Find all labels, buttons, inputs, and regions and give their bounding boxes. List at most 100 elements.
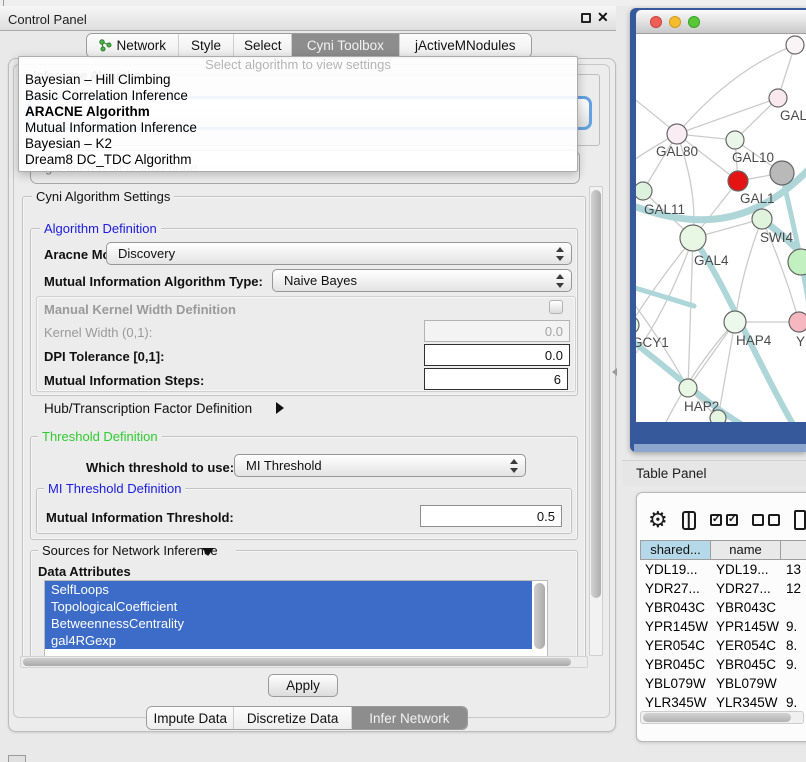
- data-attribute-item[interactable]: SelfLoops: [45, 581, 532, 598]
- apply-button[interactable]: Apply: [268, 674, 338, 697]
- manual-kernel-width-checkbox[interactable]: [549, 300, 563, 314]
- show-selected-columns-button[interactable]: [710, 514, 738, 526]
- tab-discretize-data[interactable]: Discretize Data: [234, 707, 351, 729]
- tab-jactivemnodules-label: jActiveMNodules: [415, 38, 516, 53]
- network-node-label: GAL4: [694, 253, 729, 268]
- dpi-tolerance-field[interactable]: 0.0: [424, 344, 570, 366]
- mi-steps-field[interactable]: 6: [424, 368, 568, 390]
- mi-threshold-field[interactable]: 0.5: [420, 505, 562, 527]
- hide-columns-button[interactable]: [752, 514, 780, 526]
- table-cell: YBL079W: [711, 674, 781, 693]
- algorithm-popup-placeholder: Select algorithm to view settings: [19, 57, 577, 72]
- tab-impute-data[interactable]: Impute Data: [147, 707, 234, 729]
- network-node-gal10[interactable]: [726, 131, 744, 149]
- table-row[interactable]: YDL19...YDL19...13: [640, 560, 806, 579]
- collapse-arrow-icon[interactable]: [202, 548, 214, 556]
- attributes-scrollbar[interactable]: [534, 583, 545, 649]
- network-edge[interactable]: [688, 238, 693, 388]
- network-node-label: Y: [796, 334, 805, 349]
- cyni-algorithm-settings-title: Cyni Algorithm Settings: [32, 189, 174, 204]
- algorithm-option[interactable]: ARACNE Algorithm: [19, 104, 577, 120]
- table-cell: 9.: [781, 655, 806, 674]
- table-row[interactable]: YDR27...YDR27...12: [640, 579, 806, 598]
- table-column-header[interactable]: shared...: [640, 540, 711, 560]
- tab-discretize-data-label: Discretize Data: [247, 711, 339, 726]
- tab-select[interactable]: Select: [234, 34, 292, 57]
- table-column-header[interactable]: name: [711, 540, 781, 560]
- data-attribute-item[interactable]: TopologicalCoefficient: [45, 598, 532, 615]
- network-window-titlebar[interactable]: [636, 10, 806, 34]
- table-row[interactable]: YBL079WYBL079W: [640, 674, 806, 693]
- tab-network[interactable]: Network: [87, 34, 179, 57]
- table-row[interactable]: YPR145WYPR145W9.: [640, 617, 806, 636]
- network-node[interactable]: [710, 410, 726, 422]
- network-node-label: SWI4: [760, 230, 793, 245]
- network-node-label: GCY1: [636, 335, 669, 350]
- minimize-traffic-light-icon[interactable]: [669, 16, 681, 28]
- network-edge[interactable]: [735, 219, 762, 322]
- network-node-gal[interactable]: [769, 89, 787, 107]
- network-node[interactable]: [770, 161, 794, 185]
- close-icon[interactable]: ✕: [597, 9, 609, 26]
- algorithm-option[interactable]: Bayesian – Hill Climbing: [19, 72, 577, 88]
- network-canvas[interactable]: GALGAL80GAL10GAL1GAL11SWI4GAL4GCY1HAP4YH…: [636, 34, 806, 422]
- network-node-gal11[interactable]: [636, 182, 652, 200]
- zoom-traffic-light-icon[interactable]: [688, 16, 700, 28]
- network-node[interactable]: [786, 36, 804, 54]
- tab-cyni-toolbox[interactable]: Cyni Toolbox: [292, 34, 400, 57]
- bottom-tabbar: Impute Data Discretize Data Infer Networ…: [146, 706, 468, 730]
- table-cell: 9.: [781, 693, 806, 710]
- data-attribute-item[interactable]: BetweennessCentrality: [45, 615, 532, 632]
- tab-jactivemnodules[interactable]: jActiveMNodules: [400, 34, 531, 57]
- table-column-header[interactable]: [781, 540, 806, 560]
- aracne-mode-combobox[interactable]: Discovery: [106, 242, 572, 265]
- algorithm-option[interactable]: Mutual Information Inference: [19, 120, 577, 136]
- data-attribute-item[interactable]: gal4RGexp: [45, 632, 532, 649]
- float-window-icon[interactable]: [581, 13, 591, 23]
- gear-icon[interactable]: ⚙: [648, 510, 668, 530]
- network-edge[interactable]: [677, 98, 778, 134]
- network-node-hap2[interactable]: [679, 379, 697, 397]
- network-node-swi4[interactable]: [752, 209, 772, 229]
- algorithm-option[interactable]: Bayesian – K2: [19, 136, 577, 152]
- network-view[interactable]: GALGAL80GAL10GAL1GAL11SWI4GAL4GCY1HAP4YH…: [636, 34, 806, 422]
- network-node-hap4[interactable]: [724, 311, 746, 333]
- scrollbar-thumb[interactable]: [643, 713, 791, 722]
- settings-vertical-scrollbar[interactable]: [589, 186, 603, 656]
- scrollbar-thumb[interactable]: [591, 190, 601, 598]
- network-node[interactable]: [788, 249, 806, 275]
- close-traffic-light-icon[interactable]: [650, 16, 662, 28]
- which-threshold-combobox[interactable]: MI Threshold: [234, 454, 526, 477]
- tab-infer-network[interactable]: Infer Network: [352, 707, 467, 729]
- algorithm-popup-list: Bayesian – Hill ClimbingBasic Correlatio…: [19, 72, 577, 168]
- network-edge[interactable]: [718, 322, 735, 418]
- table-row[interactable]: YBR043CYBR043C: [640, 598, 806, 617]
- mi-algorithm-type-combobox[interactable]: Naive Bayes: [272, 269, 572, 292]
- settings-horizontal-scrollbar[interactable]: [20, 656, 588, 668]
- network-node-gal4[interactable]: [680, 225, 706, 251]
- dpi-tolerance-label: DPI Tolerance [0,1]:: [44, 349, 164, 364]
- network-node-label: GAL10: [732, 150, 774, 165]
- kernel-width-field[interactable]: 0.0: [424, 320, 570, 342]
- network-node-y[interactable]: [789, 312, 806, 332]
- scrollbar-thumb[interactable]: [23, 658, 571, 666]
- table-horizontal-scrollbar[interactable]: [640, 711, 804, 724]
- table-row[interactable]: YER054CYER054C8.: [640, 636, 806, 655]
- network-node-gcy1[interactable]: [636, 316, 639, 334]
- network-node-gal80[interactable]: [667, 124, 687, 144]
- table-cell: 13: [781, 560, 806, 579]
- network-edge[interactable]: [688, 322, 735, 388]
- expand-arrow-icon[interactable]: [276, 402, 284, 414]
- document-icon[interactable]: [794, 510, 806, 530]
- table-cell: YDR27...: [711, 579, 781, 598]
- columns-icon[interactable]: [682, 511, 696, 530]
- panel-collapse-arrow-icon[interactable]: [612, 368, 617, 376]
- table-row[interactable]: YLR345WYLR345W9.: [640, 693, 806, 710]
- tab-style[interactable]: Style: [179, 34, 235, 57]
- mini-panel-button[interactable]: [8, 755, 26, 762]
- network-node-gal1[interactable]: [728, 171, 748, 191]
- algorithm-option[interactable]: Dream8 DC_TDC Algorithm: [19, 152, 577, 168]
- network-edge[interactable]: [636, 238, 693, 325]
- algorithm-option[interactable]: Basic Correlation Inference: [19, 88, 577, 104]
- table-row[interactable]: YBR045CYBR045C9.: [640, 655, 806, 674]
